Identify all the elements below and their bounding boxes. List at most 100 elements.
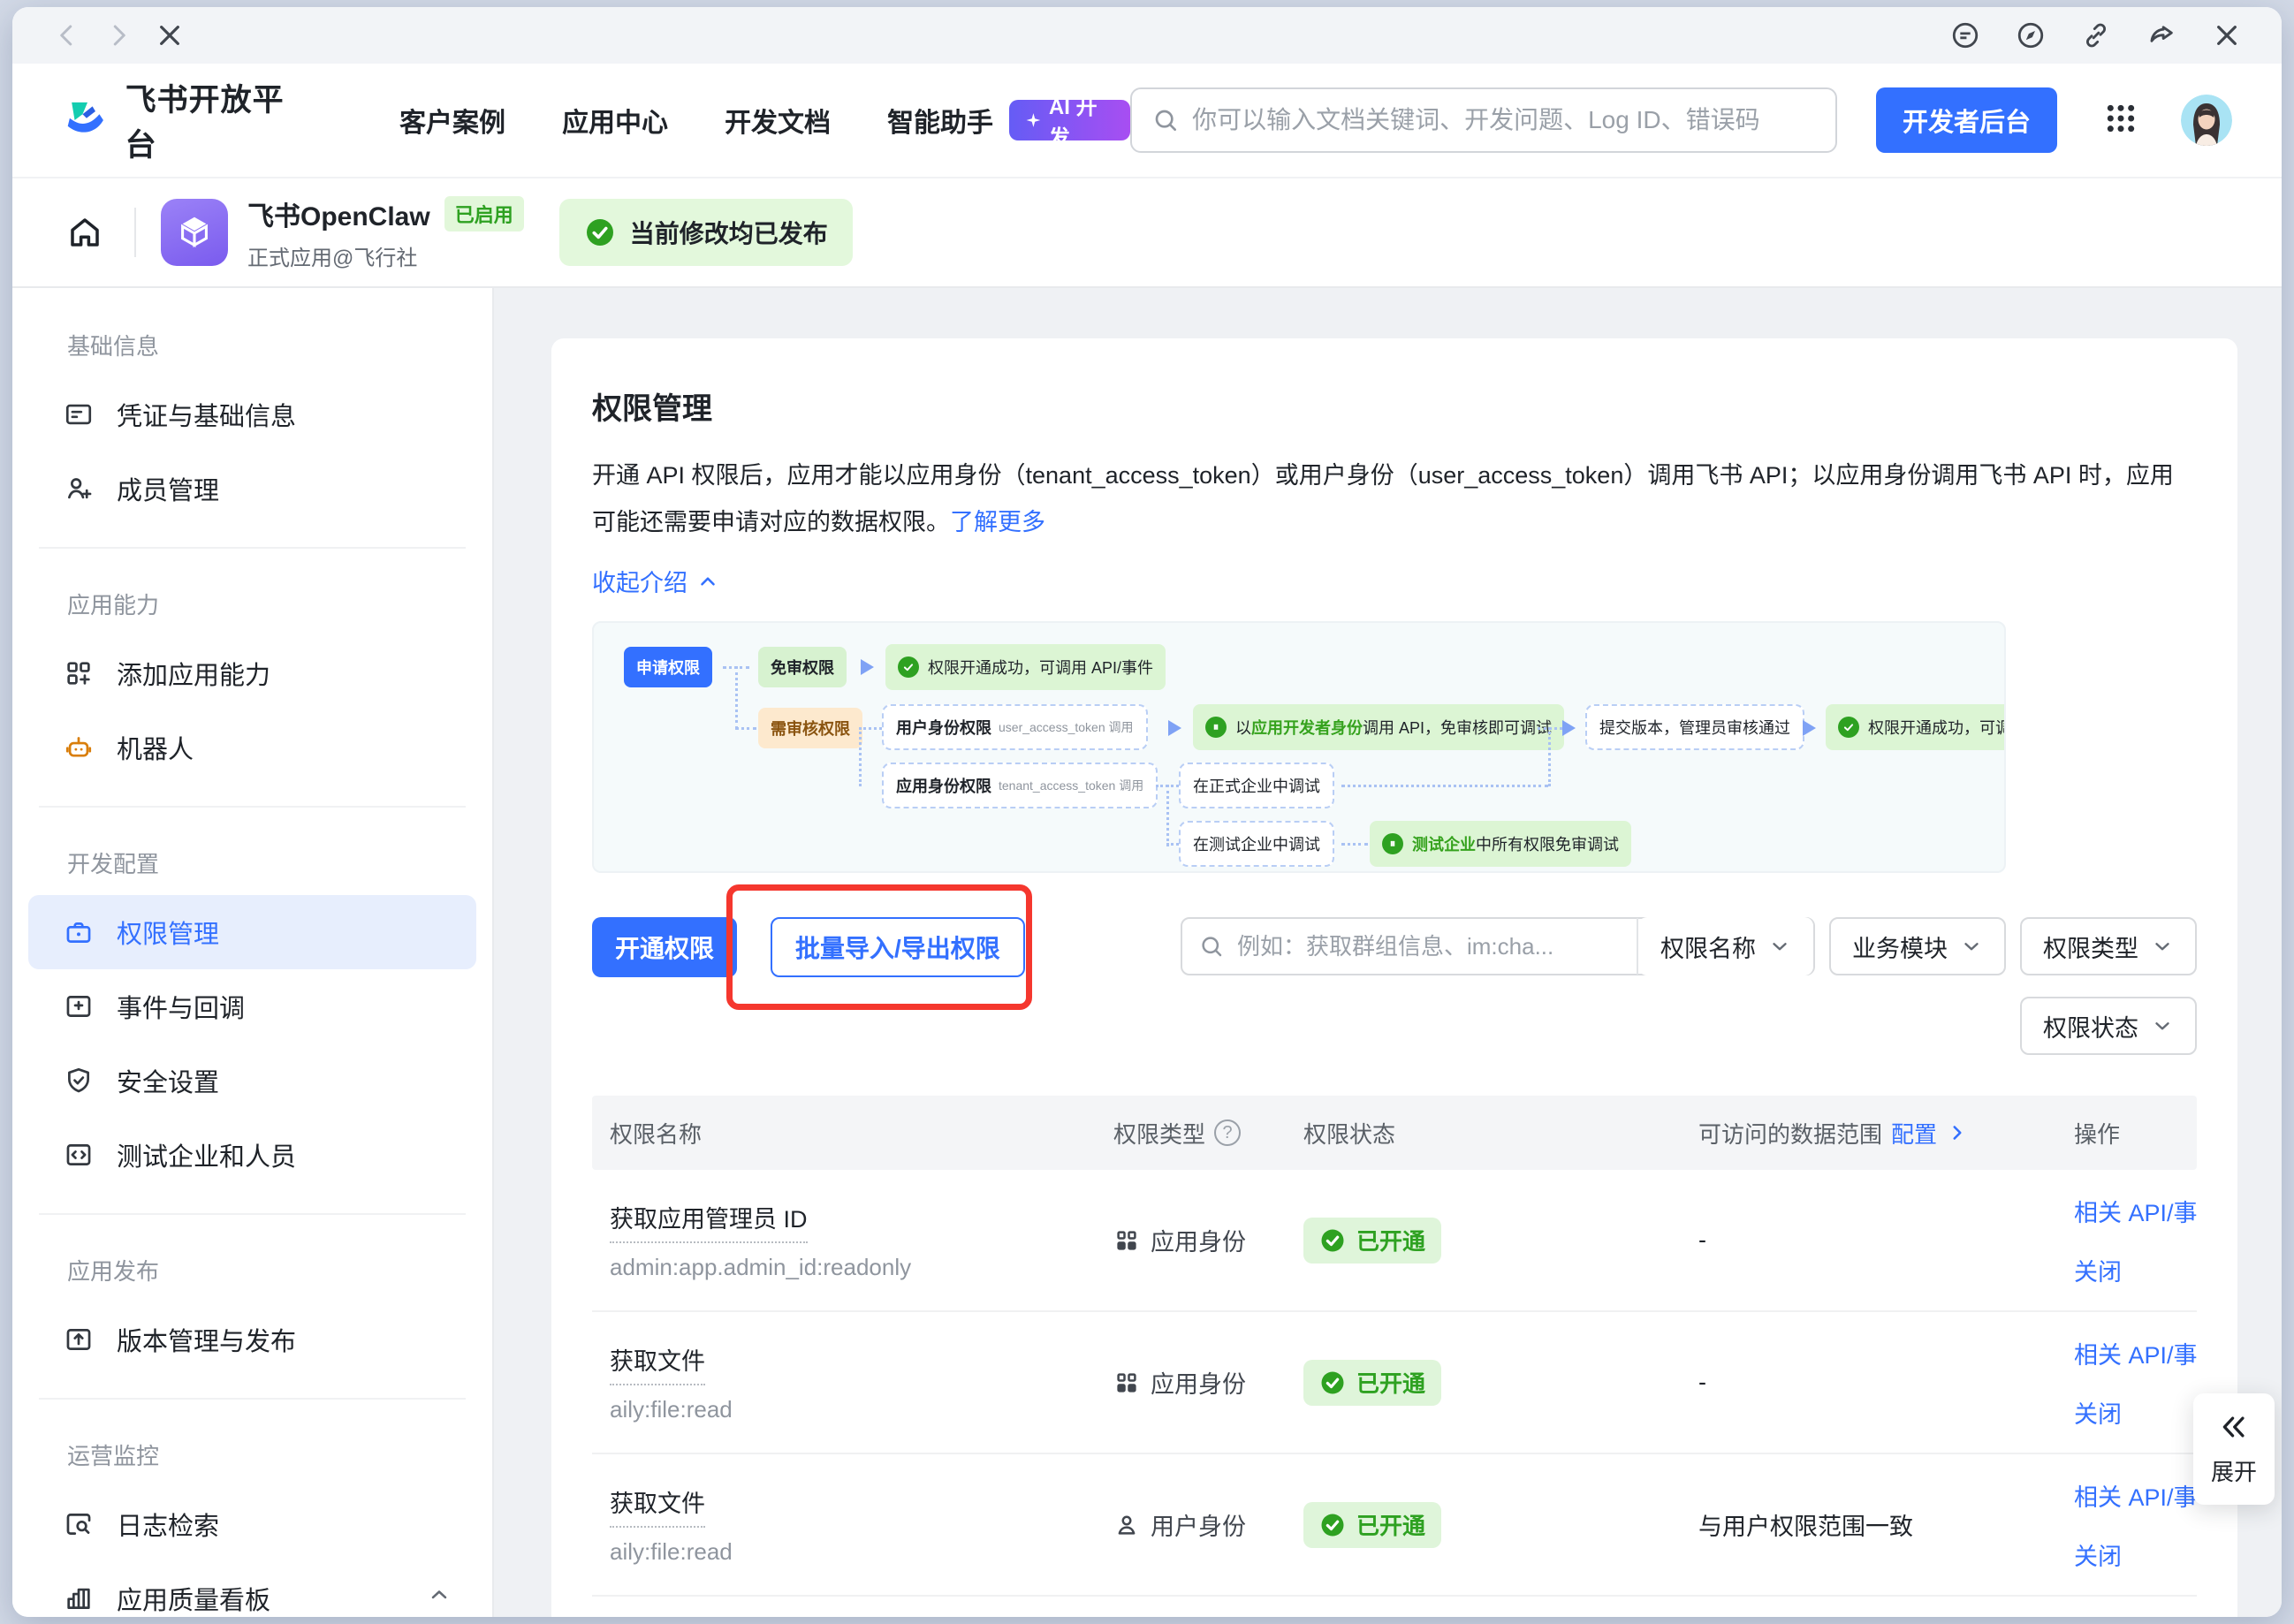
briefcase-icon [64,917,94,947]
scope-config-link[interactable]: 配置 [1891,1117,1937,1150]
open-permission-button[interactable]: 开通权限 [592,917,737,977]
close-tab-icon[interactable] [150,16,189,55]
learn-more-link[interactable]: 了解更多 [950,509,1045,535]
perm-name-select[interactable]: 权限名称 [1638,917,1813,975]
expand-panel-button[interactable]: 展开 [2193,1393,2275,1505]
global-search-input[interactable] [1192,106,1816,134]
flow-connector [735,727,756,730]
global-search[interactable] [1130,87,1837,153]
sidebar-item-quality-dashboard[interactable]: 应用质量看板 [12,1561,492,1617]
sidebar-section-monitor: 运营监控 [12,1421,492,1487]
shield-check-icon [64,1066,94,1096]
sidebar-item-version-release[interactable]: 版本管理与发布 [12,1302,492,1377]
sidebar-section-dev-config: 开发配置 [12,829,492,895]
question-circle-icon[interactable]: ? [1214,1119,1241,1146]
permission-search-input[interactable] [1225,933,1637,960]
check-circle-icon [898,656,919,678]
share-icon[interactable] [2142,16,2181,55]
flow-test-free-debug-node: ⏸ 测试企业中所有权限免审调试 [1370,821,1631,867]
app-icon [161,199,228,266]
permissions-table: 权限名称 权限类型? 权限状态 可访问的数据范围配置 操作 获取应用管理员 ID… [592,1096,2197,1617]
nav-app-center[interactable]: 应用中心 [562,101,668,140]
perm-type-select[interactable]: 权限类型 [2020,917,2197,975]
sidebar-item-bot[interactable]: 机器人 [12,710,492,785]
feedback-icon[interactable] [1946,16,1985,55]
divider [134,208,136,257]
chevron-up-icon[interactable] [427,1582,452,1614]
user-add-icon [64,474,94,504]
chevron-down-icon [2151,935,2174,958]
sidebar-item-credentials[interactable]: 凭证与基础信息 [12,377,492,452]
forward-icon[interactable] [99,16,138,55]
back-icon[interactable] [48,16,87,55]
flow-success1-node: 权限开通成功，可调用 API/事件 [885,644,1166,690]
table-row: 获取文件aily:file:read 应用身份 已开通 - 相关 API/事件关… [592,1312,2197,1454]
developer-console-button[interactable]: 开发者后台 [1876,87,2057,153]
flow-no-review-node: 免审权限 [758,647,847,687]
col-action: 操作 [2074,1117,2197,1150]
col-perm-name: 权限名称 [610,1117,1113,1150]
batch-import-export-button[interactable]: 批量导入/导出权限 [771,917,1025,977]
related-api-link[interactable]: 相关 API/事件 [2074,1194,2197,1228]
related-api-link[interactable]: 相关 API/事件 [2074,1336,2197,1370]
app-identity-icon [1113,1227,1140,1254]
code-icon [64,1140,94,1170]
divider [39,1398,466,1400]
sidebar-item-permissions[interactable]: 权限管理 [28,895,476,969]
biz-module-select[interactable]: 业务模块 [1829,917,2006,975]
sidebar-item-members[interactable]: 成员管理 [12,452,492,526]
app-name: 飞书OpenClaw [247,194,430,233]
home-icon[interactable] [60,214,110,251]
close-perm-link[interactable]: 关闭 [2074,1395,2197,1430]
logo-text: 飞书开放平台 [125,75,315,165]
perm-status-select[interactable]: 权限状态 [2020,997,2197,1055]
sidebar-section-basic: 基础信息 [12,311,492,377]
app-subtitle: 正式应用@飞行社 [247,240,524,271]
permission-search[interactable]: 权限名称 [1181,917,1815,975]
sidebar-section-capability: 应用能力 [12,570,492,636]
perm-type: 应用身份 [1113,1365,1303,1400]
perm-name[interactable]: 获取文件 [610,1342,705,1385]
bar-chart-icon [64,1583,94,1613]
close-perm-link[interactable]: 关闭 [2074,1253,2197,1287]
feishu-logo[interactable]: 飞书开放平台 [62,75,315,165]
chevron-up-icon [696,570,719,593]
sidebar-item-add-capability[interactable]: 添加应用能力 [12,636,492,710]
ai-dev-badge[interactable]: AI 开发 [1009,100,1130,140]
flow-need-review-node: 需审核权限 [758,708,862,748]
sidebar-item-log-search[interactable]: 日志检索 [12,1487,492,1561]
permission-flow-diagram: 申请权限 免审权限 权限开通成功，可调用 API/事件 需审核权限 用户身份权限… [592,621,2006,873]
perm-name[interactable]: 获取应用管理员 ID [610,1200,808,1243]
apps-grid-icon[interactable] [2103,101,2138,140]
flow-connector [1341,843,1368,846]
sidebar-item-test-org[interactable]: 测试企业和人员 [12,1118,492,1192]
perm-name[interactable]: 获取文件 [610,1484,705,1528]
related-api-link[interactable]: 相关 API/事件 [2074,1613,2197,1617]
expand-label: 展开 [2211,1454,2257,1487]
compass-icon[interactable] [2011,16,2050,55]
table-row: 上传文件 相关 API/事件 [592,1597,2197,1617]
feishu-logo-icon [62,96,110,144]
sidebar-item-events[interactable]: 事件与回调 [12,969,492,1043]
nav-dev-docs[interactable]: 开发文档 [725,101,831,140]
divider [39,1213,466,1215]
user-avatar[interactable] [2181,95,2232,146]
actions-row: 开通权限 批量导入/导出权限 权限名称 [592,917,2197,1055]
sidebar-item-security[interactable]: 安全设置 [12,1043,492,1118]
collapse-intro-link[interactable]: 收起介绍 [592,564,719,598]
search-icon [1198,933,1225,960]
search-icon [1151,106,1180,134]
nav-assistant[interactable]: 智能助手 [887,101,993,140]
close-window-icon[interactable] [2207,16,2246,55]
copy-link-icon[interactable] [2077,16,2115,55]
app-bar: 飞书OpenClaw 已启用 正式应用@飞行社 当前修改均已发布 [12,177,2282,288]
page-title: 权限管理 [592,384,2197,428]
flow-arrow-icon [1168,720,1181,736]
divider [39,806,466,808]
close-perm-link[interactable]: 关闭 [2074,1537,2197,1572]
chevron-down-icon [1768,935,1791,958]
nav-customer-cases[interactable]: 客户案例 [399,101,505,140]
topnav-menu: 客户案例 应用中心 开发文档 智能助手 AI 开发 [399,100,1130,140]
flow-user-perm-node: 用户身份权限user_access_token 调用 [882,704,1148,750]
related-api-link[interactable]: 相关 API/事件 [2074,1478,2197,1513]
